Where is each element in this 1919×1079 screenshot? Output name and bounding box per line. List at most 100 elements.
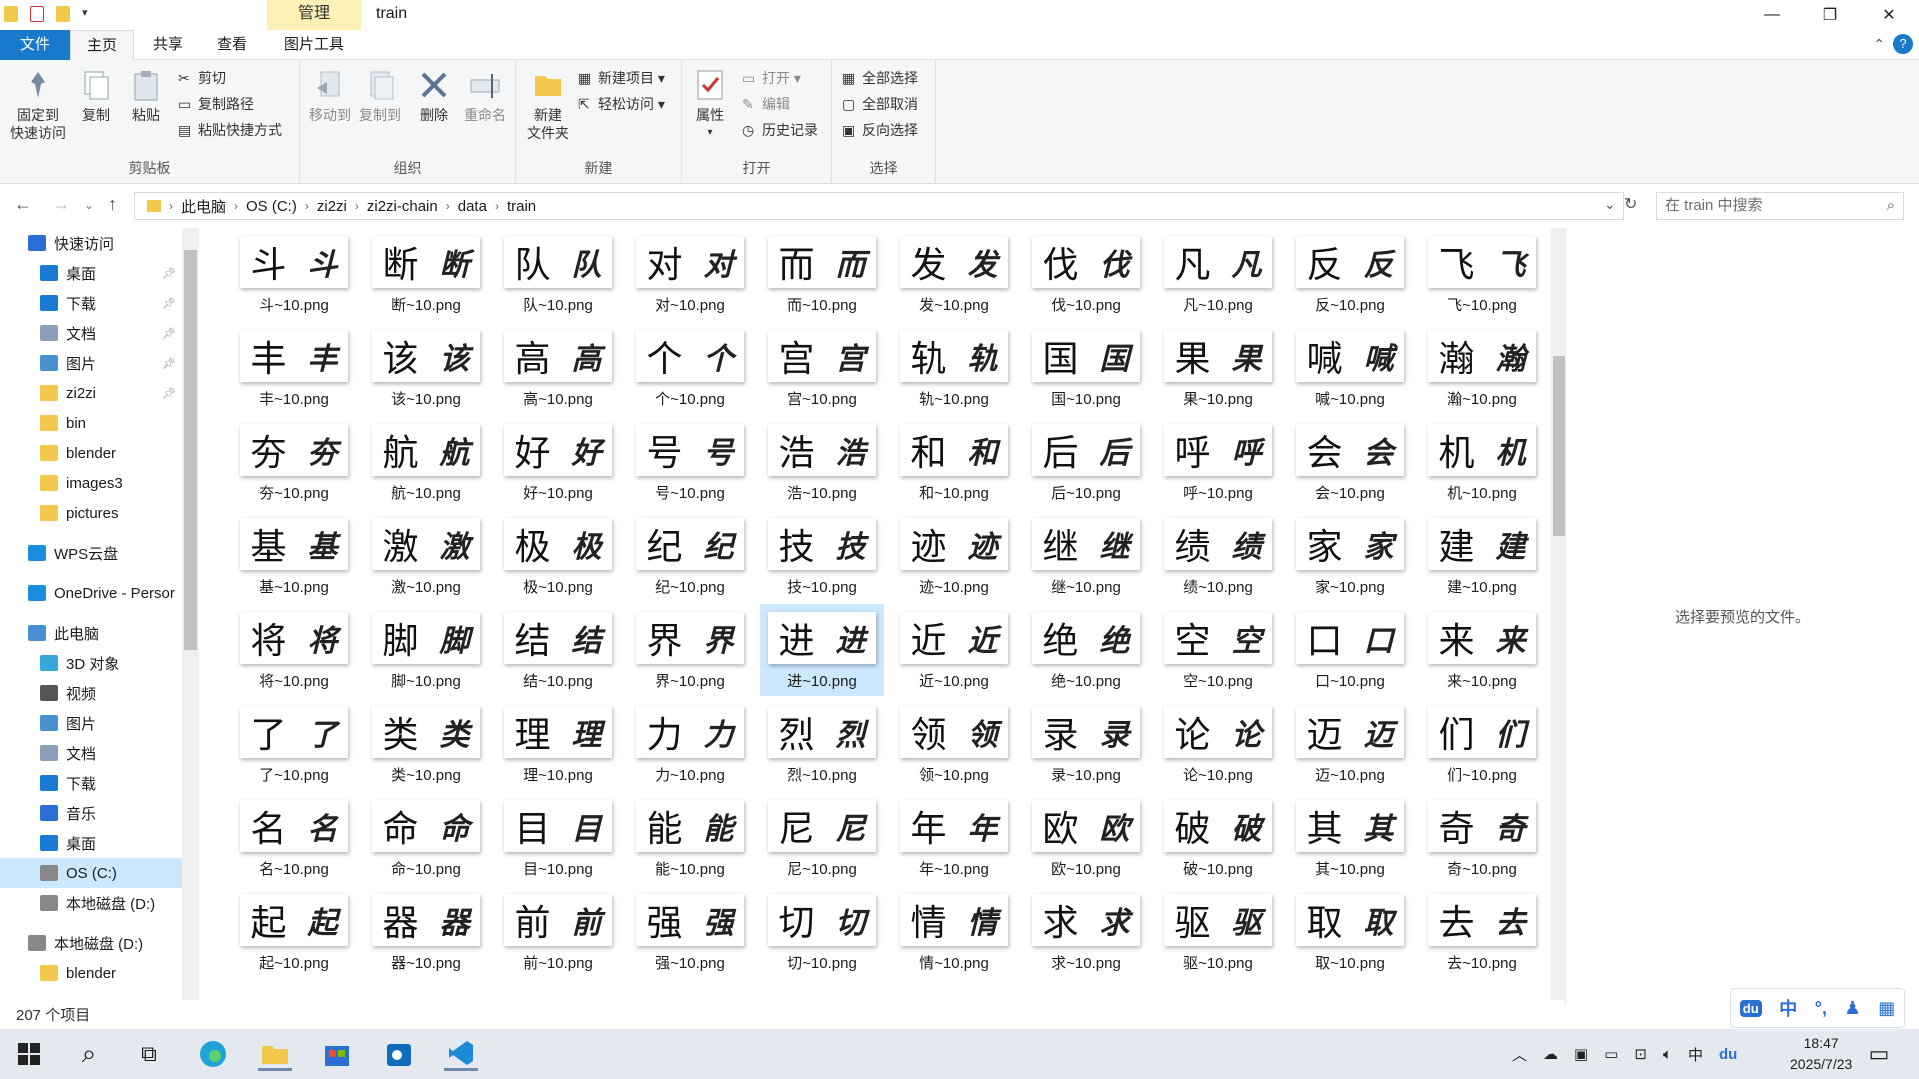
- file-tile[interactable]: 领领领~10.png: [892, 698, 1016, 790]
- breadcrumb-0[interactable]: 此电脑: [181, 196, 226, 217]
- file-tile[interactable]: 尼尼尼~10.png: [760, 792, 884, 884]
- file-tile[interactable]: 呼呼呼~10.png: [1156, 416, 1280, 508]
- file-tile[interactable]: 口口口~10.png: [1288, 604, 1412, 696]
- nav-item-11[interactable]: OneDrive - Persor: [0, 578, 182, 608]
- chevron-right-icon[interactable]: ›: [234, 199, 238, 213]
- file-tile[interactable]: 近近近~10.png: [892, 604, 1016, 696]
- baidu-ime-tray-icon[interactable]: du: [1719, 1046, 1737, 1063]
- file-tile[interactable]: 喊喊喊~10.png: [1288, 322, 1412, 414]
- file-tile[interactable]: 航航航~10.png: [364, 416, 488, 508]
- file-tile[interactable]: 机机机~10.png: [1420, 416, 1544, 508]
- properties-check-icon[interactable]: [30, 6, 44, 22]
- file-tile[interactable]: 激激激~10.png: [364, 510, 488, 602]
- nav-item-21[interactable]: 本地磁盘 (D:): [0, 888, 182, 918]
- file-tile[interactable]: 去去去~10.png: [1420, 886, 1544, 978]
- grid-icon[interactable]: ▦: [1878, 998, 1895, 1019]
- file-tile[interactable]: 浩浩浩~10.png: [760, 416, 884, 508]
- microsoft-store-icon[interactable]: [320, 1037, 354, 1071]
- easy-access-button[interactable]: ⇱ 轻松访问 ▾: [578, 94, 665, 114]
- cut-button[interactable]: ✂ 剪切: [178, 68, 226, 88]
- file-tile[interactable]: 个个个~10.png: [628, 322, 752, 414]
- file-tile[interactable]: 情情情~10.png: [892, 886, 1016, 978]
- edit-button[interactable]: ✎ 编辑: [742, 94, 790, 114]
- battery-icon[interactable]: ▭: [1604, 1045, 1618, 1063]
- file-tile[interactable]: 宫宫宫~10.png: [760, 322, 884, 414]
- chevron-right-icon[interactable]: ›: [446, 199, 450, 213]
- file-tile[interactable]: 国国国~10.png: [1024, 322, 1148, 414]
- file-tile[interactable]: 来来来~10.png: [1420, 604, 1544, 696]
- file-tile[interactable]: 发发发~10.png: [892, 228, 1016, 320]
- file-tile[interactable]: 技技技~10.png: [760, 510, 884, 602]
- file-tile[interactable]: 欧欧欧~10.png: [1024, 792, 1148, 884]
- file-tile[interactable]: 强强强~10.png: [628, 886, 752, 978]
- breadcrumb-5[interactable]: train: [507, 198, 536, 215]
- nav-scrollbar[interactable]: [182, 228, 199, 1000]
- file-tile[interactable]: 家家家~10.png: [1288, 510, 1412, 602]
- file-tile[interactable]: 类类类~10.png: [364, 698, 488, 790]
- nav-item-16[interactable]: 文档: [0, 738, 182, 768]
- file-tile[interactable]: 论论论~10.png: [1156, 698, 1280, 790]
- file-tile[interactable]: 进进进~10.png: [760, 604, 884, 696]
- file-tile[interactable]: 界界界~10.png: [628, 604, 752, 696]
- file-tile[interactable]: 切切切~10.png: [760, 886, 884, 978]
- file-tile[interactable]: 破破破~10.png: [1156, 792, 1280, 884]
- history-button[interactable]: ◷ 历史记录: [742, 120, 818, 140]
- windows-start-icon[interactable]: [12, 1037, 46, 1071]
- notification-icon[interactable]: ▭: [1862, 1037, 1896, 1071]
- move-to-button[interactable]: 移动到: [306, 68, 354, 124]
- file-tile[interactable]: 器器器~10.png: [364, 886, 488, 978]
- customize-toolbar-icon[interactable]: ▾: [82, 6, 96, 22]
- new-folder-button[interactable]: 新建 文件夹: [520, 68, 576, 142]
- nav-item-0[interactable]: 快速访问: [0, 228, 182, 258]
- file-tile[interactable]: 伐伐伐~10.png: [1024, 228, 1148, 320]
- baidu-ime-icon[interactable]: du: [1739, 999, 1762, 1017]
- file-tile[interactable]: 飞飞飞~10.png: [1420, 228, 1544, 320]
- close-button[interactable]: ✕: [1860, 0, 1918, 30]
- tab-home[interactable]: 主页: [70, 30, 134, 60]
- file-tile[interactable]: 高高高~10.png: [496, 322, 620, 414]
- file-tile[interactable]: 理理理~10.png: [496, 698, 620, 790]
- file-tile[interactable]: 后后后~10.png: [1024, 416, 1148, 508]
- file-tile[interactable]: 号号号~10.png: [628, 416, 752, 508]
- ime-toolbar[interactable]: du 中 °, ♟ ▦: [1730, 988, 1905, 1028]
- refresh-icon[interactable]: ↻: [1624, 194, 1637, 214]
- copy-to-button[interactable]: 复制到: [356, 68, 404, 124]
- file-tile[interactable]: 年年年~10.png: [892, 792, 1016, 884]
- show-hidden-icons-chevron[interactable]: ︿: [1512, 1044, 1527, 1065]
- punctuation-icon[interactable]: °,: [1815, 998, 1827, 1019]
- properties-button[interactable]: 属性 ▾: [686, 68, 734, 142]
- minimize-button[interactable]: —: [1743, 0, 1801, 30]
- file-tile[interactable]: 基基基~10.png: [232, 510, 356, 602]
- file-tile[interactable]: 丰丰丰~10.png: [232, 322, 356, 414]
- file-tile[interactable]: 将将将~10.png: [232, 604, 356, 696]
- delete-button[interactable]: 删除: [412, 68, 456, 124]
- file-tile[interactable]: 力力力~10.png: [628, 698, 752, 790]
- nav-item-13[interactable]: 3D 对象: [0, 648, 182, 678]
- file-tile[interactable]: 求求求~10.png: [1024, 886, 1148, 978]
- file-tile[interactable]: 其其其~10.png: [1288, 792, 1412, 884]
- nav-scrollbar-thumb[interactable]: [184, 250, 197, 650]
- nav-item-1[interactable]: 桌面 📌︎: [0, 258, 182, 288]
- user-icon[interactable]: ♟: [1845, 998, 1861, 1019]
- context-tab-manage[interactable]: 管理: [267, 0, 361, 30]
- collapse-ribbon-icon[interactable]: ⌃: [1873, 36, 1885, 53]
- copy-button[interactable]: 复制: [74, 68, 118, 124]
- invert-selection-button[interactable]: ▣ 反向选择: [842, 120, 918, 140]
- rename-button[interactable]: 重命名: [460, 68, 510, 124]
- file-tile[interactable]: 绝绝绝~10.png: [1024, 604, 1148, 696]
- breadcrumb-4[interactable]: data: [458, 198, 487, 215]
- pin-quick-access-button[interactable]: 固定到 快速访问: [6, 68, 70, 142]
- file-tile[interactable]: 取取取~10.png: [1288, 886, 1412, 978]
- nav-item-5[interactable]: zi2zi 📌︎: [0, 378, 182, 408]
- file-tile[interactable]: 建建建~10.png: [1420, 510, 1544, 602]
- nav-item-2[interactable]: 下载 📌︎: [0, 288, 182, 318]
- file-tile[interactable]: 和和和~10.png: [892, 416, 1016, 508]
- file-tile[interactable]: 驱驱驱~10.png: [1156, 886, 1280, 978]
- chevron-right-icon[interactable]: ›: [495, 199, 499, 213]
- file-tile[interactable]: 队队队~10.png: [496, 228, 620, 320]
- chevron-right-icon[interactable]: ›: [355, 199, 359, 213]
- file-tile[interactable]: 烈烈烈~10.png: [760, 698, 884, 790]
- file-tile[interactable]: 录录录~10.png: [1024, 698, 1148, 790]
- tab-view[interactable]: 查看: [200, 30, 264, 60]
- tab-picture-tools[interactable]: 图片工具: [267, 30, 361, 60]
